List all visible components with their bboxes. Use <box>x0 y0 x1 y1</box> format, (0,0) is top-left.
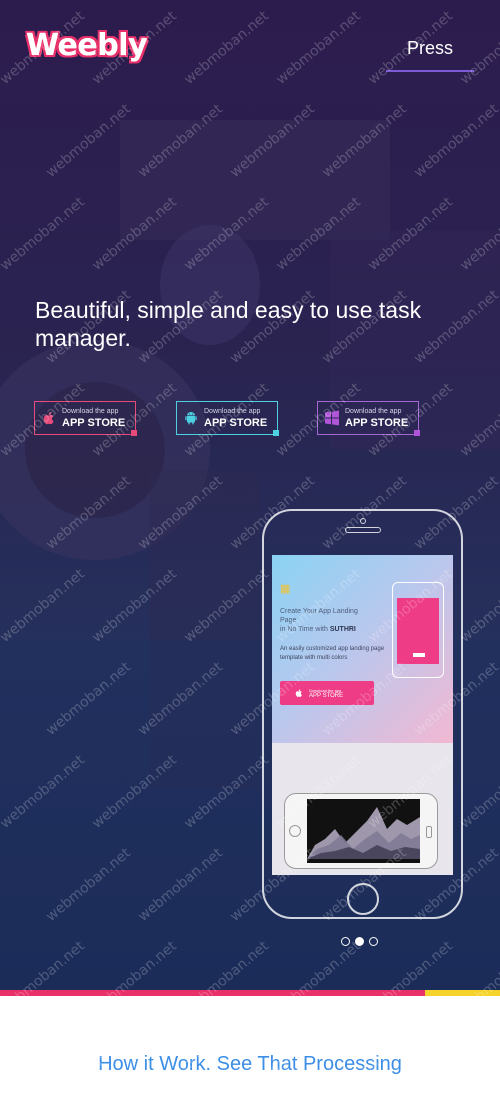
app-store-button-ios[interactable]: Download the app APP STORE <box>34 401 137 436</box>
hero-headline: Beautiful, simple and easy to use task m… <box>35 297 422 351</box>
windows-icon <box>325 410 339 426</box>
corner-accent <box>414 430 420 436</box>
phone-speaker <box>344 527 381 533</box>
carousel-dot[interactable] <box>341 937 350 946</box>
accent-bar-pink <box>0 990 425 996</box>
carousel-dot-active[interactable] <box>355 937 364 946</box>
app-store-button-android[interactable]: Download the app APP STORE <box>176 401 279 436</box>
landscape-home-button <box>289 825 301 837</box>
mockup-store-button: Download the app APP STORE <box>280 681 374 705</box>
section-title: How it Work. See That Processing <box>98 1053 402 1075</box>
apple-icon <box>295 689 302 697</box>
mockup-mini-phone <box>392 582 444 678</box>
landscape-screen-chart <box>307 799 420 863</box>
mockup-logo-icon: ▦ <box>280 583 291 595</box>
corner-accent <box>131 430 137 436</box>
store-button-label: APP STORE <box>204 416 268 429</box>
store-button-label: APP STORE <box>62 416 126 429</box>
nav-link-press[interactable]: Press <box>386 38 474 72</box>
landscape-phone-mockup <box>284 793 438 869</box>
store-button-label: APP STORE <box>345 416 409 429</box>
carousel-dots <box>341 937 378 946</box>
mockup-mini-button <box>413 653 425 657</box>
hero-section: Weebly Press Beautiful, simple and easy … <box>0 0 500 990</box>
area-chart-graphic <box>307 807 420 859</box>
mockup-description: An easily customized app landing page te… <box>280 646 385 661</box>
store-button-caption: Download the app <box>204 407 261 415</box>
store-button-caption: Download the app <box>62 407 119 415</box>
carousel-dot[interactable] <box>369 937 378 946</box>
corner-accent <box>273 430 279 436</box>
apple-icon <box>43 412 54 425</box>
phone-camera <box>360 518 366 524</box>
mockup-mini-screen <box>397 598 439 664</box>
phone-home-button <box>346 883 379 915</box>
landscape-speaker <box>426 826 432 838</box>
app-store-button-windows[interactable]: Download the app APP STORE <box>317 401 420 436</box>
accent-bar-yellow <box>425 990 500 996</box>
mockup-title: Create Your App Landing Page in No Time … <box>280 608 358 633</box>
android-icon <box>185 412 197 425</box>
store-button-caption: Download the app <box>345 407 402 415</box>
logo[interactable]: Weebly <box>26 28 148 63</box>
mockup-landing-page: ▦ Create Your App Landing Page in No Tim… <box>272 555 453 743</box>
